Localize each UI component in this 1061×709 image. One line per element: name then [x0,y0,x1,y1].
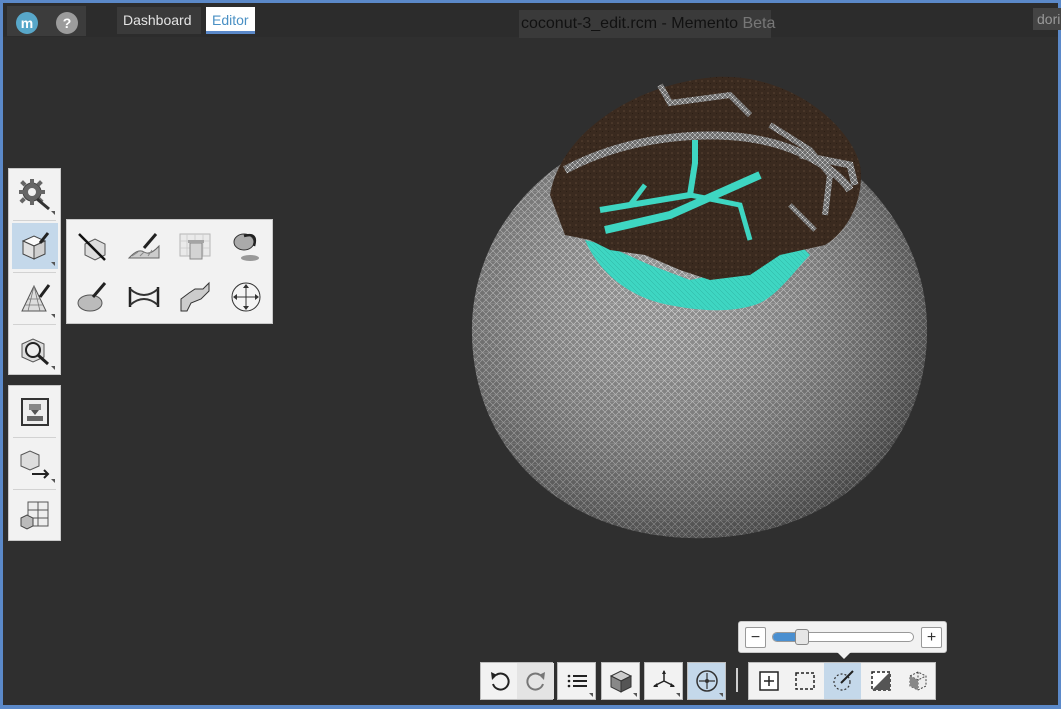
list-button[interactable] [558,663,595,699]
beta-label: Beta [742,15,776,32]
select-dashed-icon [794,672,815,690]
top-bar: m ? Dashboard Editor coconut-3_edit.rcm … [3,3,1061,38]
sculpt-button[interactable] [120,222,168,270]
orbit-button[interactable] [688,663,725,699]
orbit-center-icon [695,670,718,692]
print-button[interactable] [12,389,58,435]
cube-brush-icon [21,232,50,260]
select-brush-button[interactable] [824,663,861,699]
toolbar-divider [736,668,738,692]
select-box-button[interactable] [750,663,787,699]
smooth-button[interactable] [69,273,117,321]
tool-palette-output [8,385,61,541]
zoom-slider-track[interactable] [772,632,914,642]
print-box-icon [21,398,49,426]
view-cube-icon [609,670,632,693]
zoom-out-button[interactable]: − [745,627,766,648]
layout-button[interactable] [12,492,58,538]
orbit-group [687,662,726,700]
gear-wrench-icon [19,179,50,211]
undo-icon [490,672,510,691]
export-button[interactable] [12,440,58,486]
fill-button[interactable] [222,222,270,270]
settings-button[interactable] [12,172,58,218]
select-invert-icon [870,671,891,691]
select-backface-button[interactable] [899,663,936,699]
axes-group [644,662,683,700]
mesh-edit-button[interactable] [12,275,58,321]
delete-button[interactable] [171,222,219,270]
mesh-pyramid-brush-icon [21,284,51,312]
list-icon [567,674,587,688]
extrude-button[interactable] [171,273,219,321]
edit-tools-flyout [66,219,273,324]
zoom-popup: − + [738,621,947,659]
analyze-button[interactable] [12,327,58,373]
top-left-icons: m ? [7,6,86,36]
tab-dashboard[interactable]: Dashboard [117,7,201,34]
window-title-text: coconut-3_edit.rcm - Memento [521,15,738,32]
move-arrows-icon [231,282,261,312]
window-title: coconut-3_edit.rcm - Memento Beta [519,10,775,38]
help-icon[interactable]: ? [56,12,78,34]
app-logo-icon[interactable]: m [16,12,38,34]
bridge-hole-icon [128,287,160,307]
view-cube-button[interactable] [602,663,639,699]
cube-magnifier-icon [21,338,50,366]
undo-button[interactable] [481,663,518,699]
select-cube-icon [909,671,926,691]
extrude-profile-icon [180,281,210,312]
tab-editor[interactable]: Editor [206,7,255,34]
select-marquee-button[interactable] [786,663,823,699]
tool-palette-main [8,168,61,375]
grid-cube-layout-icon [20,501,49,530]
slice-button[interactable] [69,222,117,270]
bridge-button[interactable] [120,273,168,321]
mesh-brush-icon [127,233,160,259]
axes-icon [652,670,675,687]
eraser-smooth-icon [77,282,107,312]
redo-icon [525,672,545,691]
zoom-in-button[interactable]: + [921,627,942,648]
view-cube-group [601,662,640,700]
history-group [480,662,554,700]
edit-button[interactable] [12,223,58,269]
select-brush-icon [832,670,854,691]
bucket-fill-icon [233,233,259,261]
list-group [557,662,596,700]
transform-button[interactable] [222,273,270,321]
cube-arrow-export-icon [20,450,50,479]
cube-knife-icon [78,233,106,261]
user-label[interactable]: dorin [1033,8,1061,30]
coconut-mesh-model [471,76,928,539]
axes-button[interactable] [645,663,682,699]
selection-group [748,662,936,700]
redo-button[interactable] [517,663,554,699]
mesh-viewport[interactable] [430,55,970,555]
mesh-trash-icon [179,233,211,260]
select-box-plus-icon [758,671,779,691]
zoom-slider-thumb[interactable] [794,629,809,645]
select-invert-button[interactable] [862,663,899,699]
